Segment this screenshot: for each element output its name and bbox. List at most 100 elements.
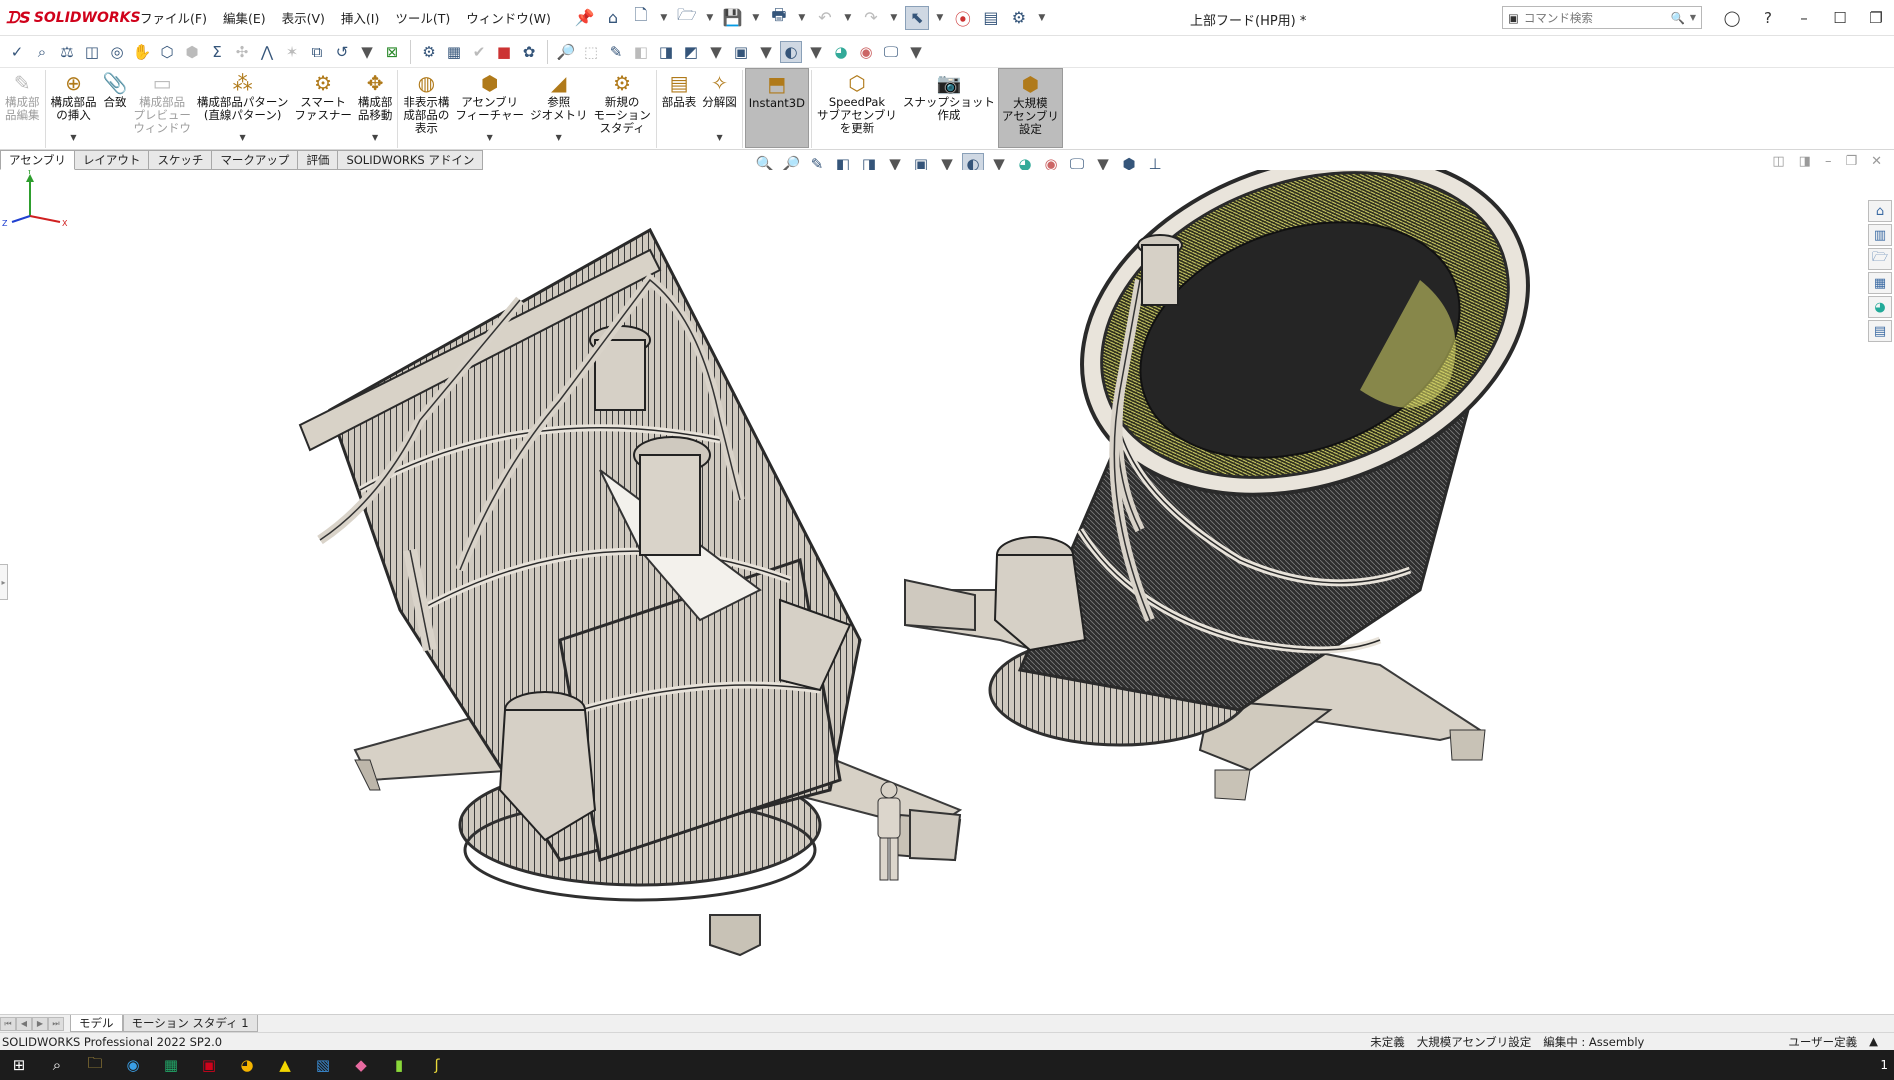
user-account-icon[interactable]: ◯: [1714, 9, 1750, 27]
file-explorer-icon[interactable]: 🗀: [76, 1050, 114, 1080]
ribbon-button-large-assembly[interactable]: ⬢ 大規模 アセンブリ 設定: [997, 68, 1063, 148]
chevron-down-icon[interactable]: ▼: [240, 131, 246, 144]
chevron-down-icon[interactable]: ▼: [1690, 13, 1696, 22]
hole-alignment-icon[interactable]: ⬢: [181, 41, 203, 63]
monitor-icon[interactable]: 🖵: [880, 41, 902, 63]
ribbon-button-show-hidden[interactable]: ◍ 非表示構 成部品の 表示: [400, 68, 452, 148]
image-app-icon[interactable]: ▧: [304, 1050, 342, 1080]
help-icon[interactable]: ?: [1750, 9, 1786, 27]
tab-4[interactable]: 評価: [298, 150, 339, 170]
print-icon[interactable]: 🖶: [767, 5, 791, 30]
open-folder-icon[interactable]: 🗁: [675, 5, 699, 30]
tab-0[interactable]: アセンブリ: [0, 150, 75, 170]
redo-icon[interactable]: ↷: [859, 6, 883, 30]
first-tab-icon[interactable]: ⏮: [0, 1016, 16, 1031]
tab-1[interactable]: レイアウト: [74, 150, 150, 170]
left-hood-model[interactable]: [298, 227, 963, 957]
ribbon-button-component-preview[interactable]: ▭ 構成部品 プレビュー ウィンドウ: [130, 68, 194, 148]
jw-cad-icon[interactable]: ʃ: [418, 1050, 456, 1080]
windows-start-icon[interactable]: ⊞: [0, 1050, 38, 1080]
chevron-down-icon[interactable]: ▼: [705, 41, 727, 63]
search-icon[interactable]: ⌕: [38, 1050, 76, 1080]
draft-analysis-icon[interactable]: ⋀: [256, 41, 278, 63]
find-references-icon[interactable]: ⌕: [31, 41, 53, 63]
excel-icon[interactable]: ▦: [152, 1050, 190, 1080]
ribbon-button-reference-geometry[interactable]: ◢ 参照 ジオメトリ ▼: [527, 68, 591, 148]
rebuild-traffic-light-icon[interactable]: ⦿: [951, 6, 975, 30]
ribbon-button-move-component[interactable]: ✥ 構成部 品移動 ▼: [355, 68, 396, 148]
ribbon-button-exploded-view[interactable]: ✧ 分解図 ▼: [699, 68, 740, 148]
status-arrow-icon[interactable]: ▲: [1869, 1034, 1878, 1050]
units-status[interactable]: ユーザー定義: [1788, 1034, 1857, 1050]
instant-icon[interactable]: ▦: [443, 41, 465, 63]
options-gear-icon[interactable]: ⚙: [1007, 6, 1031, 30]
menu-item-5[interactable]: ウィンドウ(W): [458, 8, 559, 27]
appearances-icon[interactable]: ◕: [1868, 296, 1892, 318]
section-properties-icon[interactable]: ◫: [81, 41, 103, 63]
chevron-down-icon[interactable]: ▼: [703, 6, 717, 30]
right-hood-model[interactable]: [904, 170, 1576, 801]
file-properties-icon[interactable]: ▤: [979, 6, 1003, 30]
warning-app-icon[interactable]: ▲: [266, 1050, 304, 1080]
chevron-down-icon[interactable]: ▼: [905, 41, 927, 63]
scene-icon[interactable]: ◉: [855, 41, 877, 63]
explode-icon[interactable]: ⚙: [418, 41, 440, 63]
ribbon-button-instant3d[interactable]: ⬒ Instant3D: [744, 68, 809, 148]
ribbon-button-speedpak[interactable]: ⬡ SpeedPak サブアセンブリ を更新: [814, 68, 900, 148]
file-explorer-icon[interactable]: 🗁: [1868, 248, 1892, 270]
assembly-model-canvas[interactable]: [0, 170, 1894, 1014]
ribbon-button-linear-pattern[interactable]: ⁂ 構成部品パターン (直線パターン) ▼: [194, 68, 291, 148]
chevron-down-icon[interactable]: ▼: [556, 131, 562, 144]
design-library-icon[interactable]: ▥: [1868, 224, 1892, 246]
restore-button[interactable]: ❐: [1858, 9, 1894, 27]
next-tab-icon[interactable]: ▶: [32, 1016, 48, 1031]
copy-icon[interactable]: ⧉: [306, 41, 328, 63]
symmetry-icon[interactable]: ✶: [281, 41, 303, 63]
chevron-down-icon[interactable]: ▼: [933, 6, 947, 30]
custom-properties-icon[interactable]: ▤: [1868, 320, 1892, 342]
feature-manager-toggle[interactable]: ▸: [0, 564, 8, 600]
red-blue-box-icon[interactable]: ■: [493, 41, 515, 63]
edge-browser-icon[interactable]: ◉: [114, 1050, 152, 1080]
section-view-icon[interactable]: ◧: [630, 41, 652, 63]
close-view-button[interactable]: ✕: [1871, 154, 1882, 169]
tab-2[interactable]: スケッチ: [149, 150, 213, 170]
display-style-icon[interactable]: ◐: [780, 40, 802, 63]
interference-icon[interactable]: ✋: [131, 41, 153, 63]
view-cube-icon[interactable]: ▣: [730, 41, 752, 63]
menu-item-1[interactable]: 編集(E): [215, 8, 274, 27]
graphics-area[interactable]: Y X Z: [0, 170, 1894, 1014]
minimize-button[interactable]: –: [1786, 9, 1822, 27]
appearance-icon[interactable]: ◕: [830, 41, 852, 63]
chevron-down-icon[interactable]: ▼: [716, 131, 722, 144]
system-tray[interactable]: 1: [1880, 1058, 1894, 1072]
dynamic-annotation-icon[interactable]: ◨: [655, 41, 677, 63]
save-icon[interactable]: 💾: [721, 6, 745, 30]
new-document-icon[interactable]: 🗋: [629, 5, 653, 30]
chevron-down-icon[interactable]: ▼: [805, 41, 827, 63]
last-tab-icon[interactable]: ⏭: [48, 1016, 64, 1031]
tab-model[interactable]: モデル: [70, 1015, 123, 1032]
compare-icon[interactable]: ⊠: [381, 41, 403, 63]
minimize-view-button[interactable]: –: [1825, 154, 1832, 169]
large-assembly-status[interactable]: 大規模アセンブリ設定: [1417, 1034, 1531, 1050]
home-icon[interactable]: ⌂: [601, 6, 625, 30]
tab-3[interactable]: マークアップ: [212, 150, 299, 170]
chevron-down-icon[interactable]: ▼: [1035, 6, 1049, 30]
ribbon-button-smart-fastener[interactable]: ⚙ スマート ファスナー: [291, 68, 355, 148]
mass-properties-icon[interactable]: ⚖: [56, 41, 78, 63]
restore-view-button[interactable]: ❐: [1845, 154, 1857, 169]
h-app-icon[interactable]: ▮: [380, 1050, 418, 1080]
tab-5[interactable]: SOLIDWORKS アドイン: [338, 150, 484, 170]
sensor-icon[interactable]: ✣: [231, 41, 253, 63]
ribbon-button-motion-study[interactable]: ⚙ 新規の モーション スタディ: [591, 68, 654, 148]
maximize-button[interactable]: ☐: [1822, 9, 1858, 27]
measure-icon[interactable]: ↺: [331, 41, 353, 63]
command-search-input[interactable]: ▣ コマンド検索 🔍 ▼: [1502, 6, 1702, 29]
chevron-down-icon[interactable]: ▼: [487, 131, 493, 144]
previous-view-icon[interactable]: ✎: [605, 41, 627, 63]
chevron-down-icon[interactable]: ▼: [841, 6, 855, 30]
chevron-down-icon[interactable]: ▼: [795, 6, 809, 30]
clearance-icon[interactable]: ⬡: [156, 41, 178, 63]
menu-item-0[interactable]: ファイル(F): [132, 8, 215, 27]
